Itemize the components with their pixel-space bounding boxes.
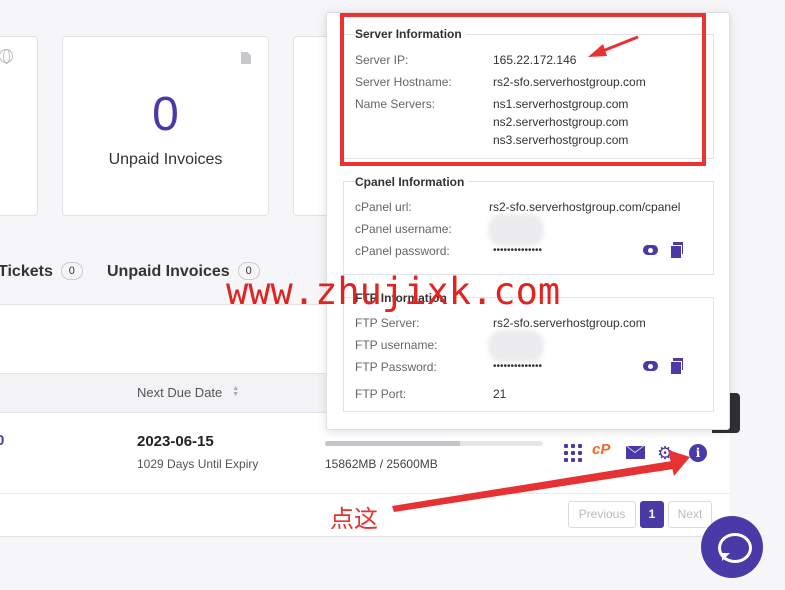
cpanel-password-label: cPanel password: — [355, 244, 450, 258]
ftp-password-value: •••••••••••••• — [493, 361, 543, 372]
due-date: 2023-06-15 — [137, 433, 214, 450]
disk-usage-text: 15862MB / 25600MB — [325, 457, 438, 471]
eye-icon[interactable] — [643, 361, 658, 371]
highlight-box — [340, 13, 706, 166]
ftp-username-redacted — [488, 330, 544, 362]
cpanel-username-redacted — [488, 214, 544, 246]
ftp-username-label: FTP username: — [355, 338, 438, 352]
page: 0 Unpaid Invoices Tickets 0 Unpaid Invoic… — [0, 0, 785, 590]
cpanel-password-value: •••••••••••••• — [493, 245, 543, 256]
ftp-port-label: FTP Port: — [355, 387, 407, 401]
unpaid-invoices-count: 0 — [152, 88, 179, 141]
click-here-annotation: 点这 — [330, 506, 378, 533]
ftp-password-label: FTP Password: — [355, 360, 437, 374]
ftp-port-value: 21 — [493, 387, 507, 401]
cpanel-icon[interactable]: cP — [592, 441, 610, 458]
pagination-next[interactable]: Next — [668, 501, 712, 528]
ftp-server-value: rs2-sfo.serverhostgroup.com — [493, 316, 646, 330]
tab-tickets[interactable]: Tickets 0 — [0, 262, 83, 281]
disk-usage-fill — [325, 441, 461, 446]
pagination-page-1[interactable]: 1 — [640, 501, 664, 528]
sort-icon[interactable]: ▲▼ — [0, 384, 1, 397]
cpanel-username-label: cPanel username: — [355, 222, 452, 236]
column-header-next-due-date[interactable]: Next Due Date ▲ ▼ — [137, 385, 239, 400]
eye-icon[interactable] — [643, 245, 658, 255]
stat-card-unpaid-invoices[interactable]: 0 Unpaid Invoices — [62, 36, 269, 216]
copy-icon[interactable] — [670, 242, 683, 259]
mail-icon[interactable] — [626, 446, 645, 459]
days-until-expiry: 1029 Days Until Expiry — [137, 457, 259, 471]
grid-icon[interactable] — [564, 444, 582, 462]
ftp-server-label: FTP Server: — [355, 316, 420, 330]
globe-icon — [0, 49, 13, 64]
tab-unpaid-invoices-label: Unpaid Invoices — [107, 263, 230, 280]
cpanel-information-title: Cpanel Information — [355, 175, 469, 189]
disk-usage-bar — [325, 441, 543, 446]
column-header-label: Next Due Date — [137, 385, 223, 400]
copy-icon[interactable] — [670, 358, 683, 375]
info-icon[interactable]: i — [689, 444, 707, 462]
stat-card-services[interactable] — [0, 36, 38, 216]
cpanel-url-value[interactable]: rs2-sfo.serverhostgroup.com/cpanel — [489, 200, 680, 214]
sort-icon: ▲ ▼ — [232, 385, 240, 398]
tab-tickets-label: Tickets — [0, 263, 53, 280]
row-divider — [0, 493, 730, 494]
cpanel-url-label: cPanel url: — [355, 200, 412, 214]
table-row-id[interactable]: 0 — [0, 432, 4, 449]
chat-icon[interactable] — [701, 516, 763, 578]
gear-icon[interactable]: ⚙ — [657, 444, 673, 462]
pagination-previous[interactable]: Previous — [568, 501, 636, 528]
unpaid-invoices-label: Unpaid Invoices — [108, 151, 223, 168]
document-icon — [241, 52, 251, 64]
tab-tickets-count: 0 — [60, 262, 83, 280]
watermark: www.zhujixk.com — [226, 270, 561, 313]
